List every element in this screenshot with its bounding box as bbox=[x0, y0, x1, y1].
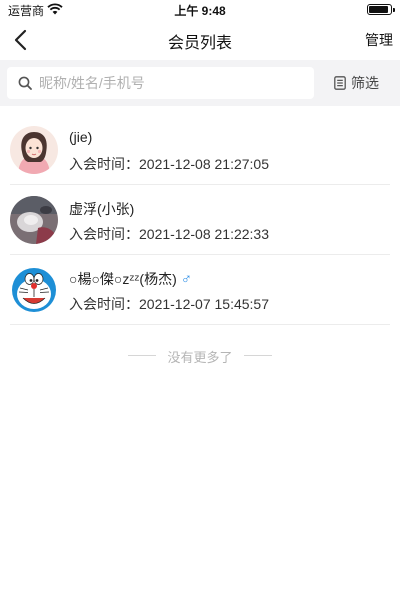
status-time: 上午 9:48 bbox=[174, 4, 226, 18]
search-input[interactable] bbox=[39, 67, 309, 99]
battery-icon bbox=[367, 4, 395, 15]
member-join-time: 入会时间：2021-12-08 21:27:05 bbox=[69, 156, 269, 172]
member-name: (jie) bbox=[69, 129, 93, 145]
photo-avatar-icon bbox=[10, 196, 58, 244]
girl-illustration-avatar-icon bbox=[10, 126, 58, 174]
filter-list-icon bbox=[334, 76, 346, 90]
row-divider bbox=[10, 324, 390, 325]
page-title: 会员列表 bbox=[167, 35, 232, 52]
member-join-time: 入会时间：2021-12-08 21:22:33 bbox=[69, 226, 269, 242]
member-row[interactable]: (jie) 入会时间：2021-12-08 21:27:05 bbox=[0, 115, 400, 185]
male-gender-icon: ♂ bbox=[180, 271, 192, 288]
list-end-text: 没有更多了 bbox=[167, 350, 233, 365]
filter-label: 筛选 bbox=[351, 75, 379, 91]
search-bar: 筛选 bbox=[0, 60, 400, 106]
member-name: ○楊○傑○zᶻᶻ(杨杰) ♂ bbox=[69, 269, 192, 289]
member-row[interactable]: 虚浮(小张) 入会时间：2021-12-08 21:22:33 bbox=[0, 185, 400, 255]
member-name-text: ○楊○傑○zᶻᶻ(杨杰) bbox=[69, 271, 177, 287]
member-join-time: 入会时间：2021-12-07 15:45:57 bbox=[69, 296, 269, 312]
list-end-indicator: 没有更多了 bbox=[0, 347, 400, 365]
member-row[interactable]: ○楊○傑○zᶻᶻ(杨杰) ♂ 入会时间：2021-12-07 15:45:57 bbox=[0, 255, 400, 325]
search-box[interactable] bbox=[7, 67, 314, 99]
doraemon-avatar-icon bbox=[10, 266, 58, 314]
member-name: 虚浮(小张) bbox=[69, 201, 135, 217]
manage-button[interactable]: 管理 bbox=[365, 30, 393, 50]
status-bar: 运营商 上午 9:48 bbox=[0, 0, 400, 20]
navigation-bar: 会员列表 管理 bbox=[0, 20, 400, 60]
member-list: (jie) 入会时间：2021-12-08 21:27:05 虚浮(小张) 入会… bbox=[0, 115, 400, 325]
end-line-right bbox=[244, 355, 272, 356]
search-icon bbox=[18, 76, 32, 90]
